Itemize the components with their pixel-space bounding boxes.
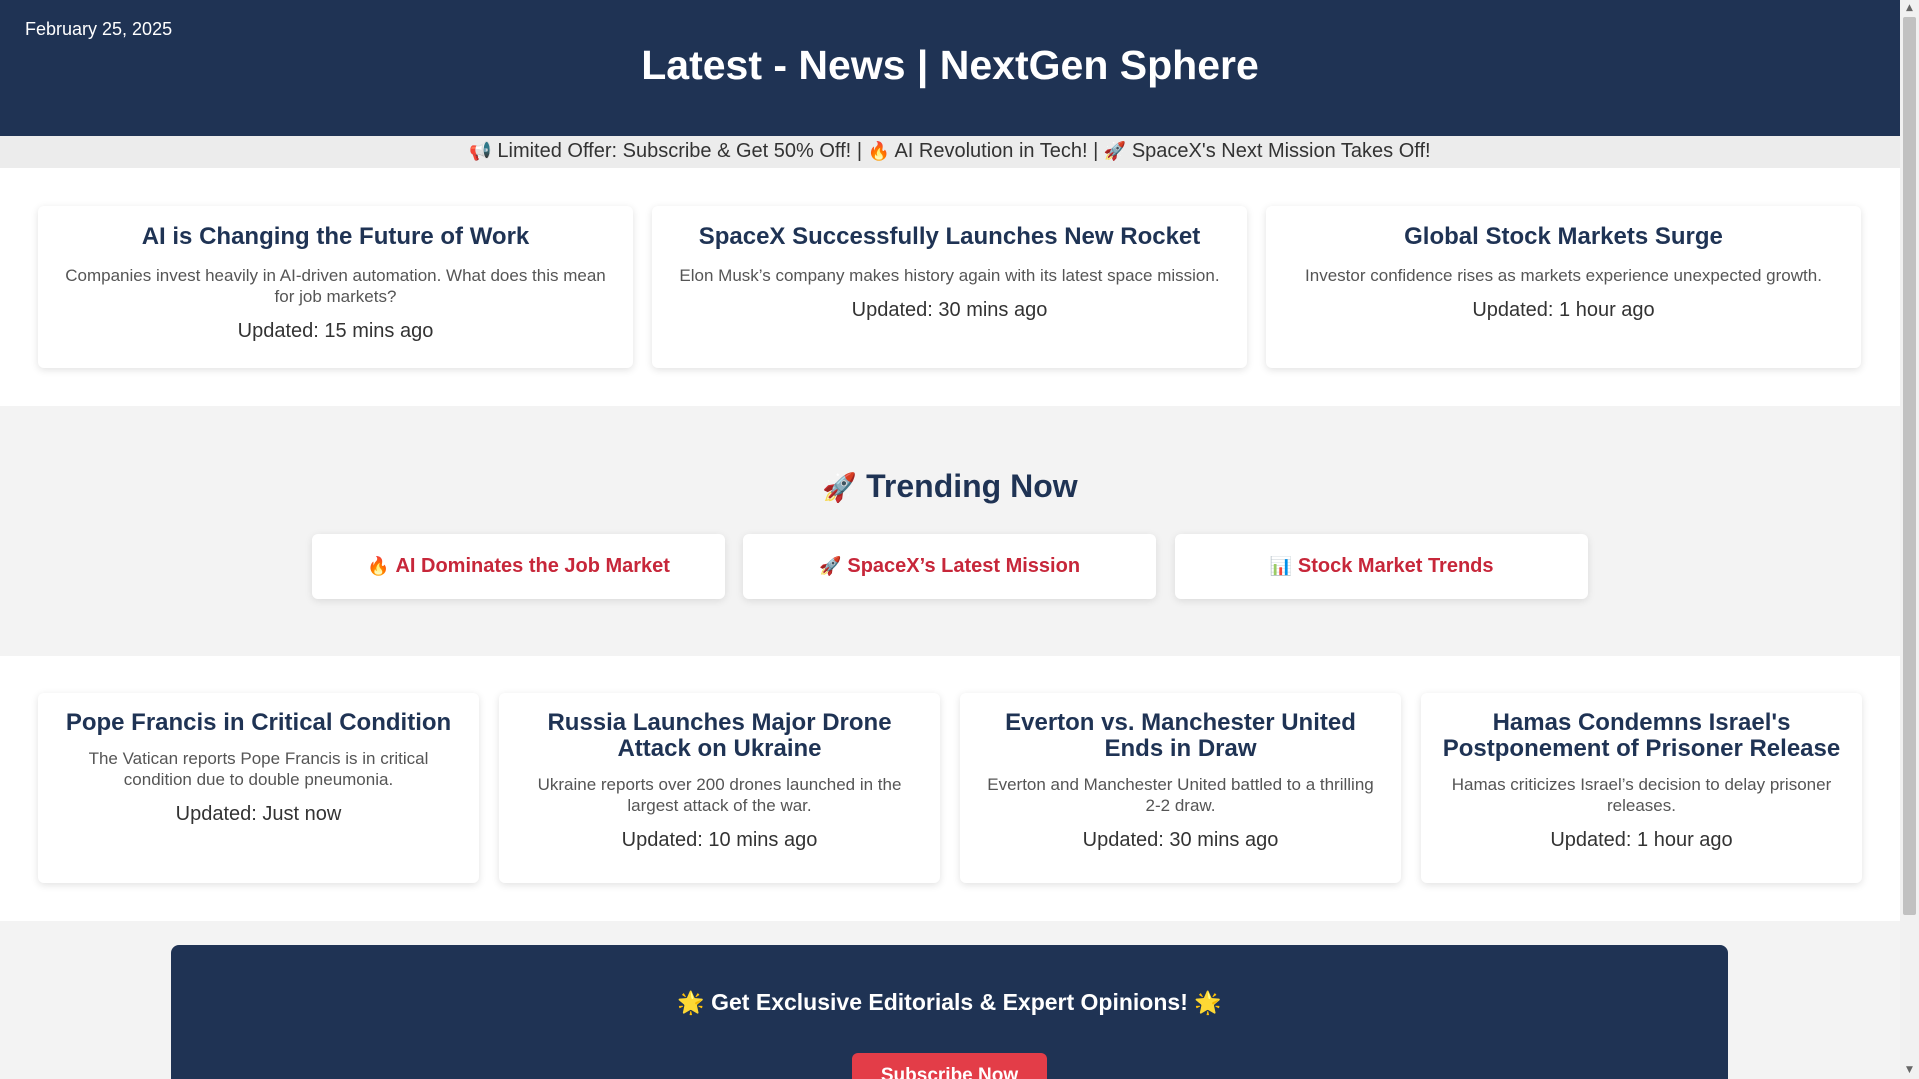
site-header: February 25, 2025 Latest - News | NextGe… xyxy=(0,0,1900,136)
vertical-scrollbar[interactable]: ▲ ▼ xyxy=(1900,0,1919,1079)
news-card-summary: Ukraine reports over 200 drones launched… xyxy=(537,775,902,815)
subscribe-banner: 🌟 Get Exclusive Editorials & Expert Opin… xyxy=(171,945,1728,1079)
trending-title: 🚀 Trending Now xyxy=(0,468,1900,505)
star-icon: 🌟 xyxy=(677,991,705,1016)
page: February 25, 2025 Latest - News | NextGe… xyxy=(0,0,1900,1079)
news-ticker: 📢 Limited Offer: Subscribe & Get 50% Off… xyxy=(0,136,1900,168)
news-card-updated: Updated: 1 hour ago xyxy=(1550,829,1733,851)
news-card-updated: Updated: 1 hour ago xyxy=(1472,299,1655,321)
trending-item-spacex-mission[interactable]: 🚀 SpaceX’s Latest Mission xyxy=(743,534,1156,599)
ticker-item: Limited Offer: Subscribe & Get 50% Off! xyxy=(497,140,852,162)
trending-section: 🚀 Trending Now 🔥 AI Dominates the Job Mar… xyxy=(0,406,1900,656)
news-card-summary: Investor confidence rises as markets exp… xyxy=(1305,266,1822,285)
subscribe-heading: 🌟 Get Exclusive Editorials & Expert Opin… xyxy=(171,989,1728,1016)
news-card-updated: Updated: 10 mins ago xyxy=(621,829,818,851)
trending-title-text: Trending Now xyxy=(866,468,1078,504)
star-icon: 🌟 xyxy=(1194,991,1222,1016)
page-title: Latest - News | NextGen Sphere xyxy=(641,42,1259,88)
news-card[interactable]: Global Stock Markets Surge Investor conf… xyxy=(1266,206,1861,368)
news-card-title: AI is Changing the Future of Work xyxy=(141,223,530,250)
fire-icon: 🔥 xyxy=(867,141,890,162)
news-card-summary: Everton and Manchester United battled to… xyxy=(987,775,1374,815)
scroll-down-arrow-icon[interactable]: ▼ xyxy=(1900,1062,1919,1079)
news-card-updated: Updated: 30 mins ago xyxy=(1082,829,1279,851)
news-card[interactable]: Everton vs. Manchester United Ends in Dr… xyxy=(960,693,1401,883)
subscribe-heading-text: Get Exclusive Editorials & Expert Opinio… xyxy=(711,989,1188,1015)
ticker-separator: | xyxy=(1093,140,1099,162)
news-card-title: Russia Launches Major Drone Attack on Uk… xyxy=(547,709,892,762)
subscribe-button[interactable]: Subscribe Now xyxy=(852,1053,1047,1079)
scroll-up-arrow-icon[interactable]: ▲ xyxy=(1900,0,1919,17)
rocket-icon: 🚀 xyxy=(822,471,858,504)
fire-icon: 🔥 xyxy=(367,556,390,577)
news-card-title: Everton vs. Manchester United Ends in Dr… xyxy=(1005,709,1356,762)
header-date: February 25, 2025 xyxy=(25,19,173,39)
news-card[interactable]: Pope Francis in Critical Condition The V… xyxy=(38,693,479,883)
trending-item-stock-market[interactable]: 📊 Stock Market Trends xyxy=(1175,534,1588,599)
top-stories: AI is Changing the Future of Work Compan… xyxy=(0,168,1900,406)
news-card-title: Hamas Condemns Israel's Postponement of … xyxy=(1442,709,1841,762)
trending-item-ai-job-market[interactable]: 🔥 AI Dominates the Job Market xyxy=(312,534,725,599)
ticker-item: AI Revolution in Tech! xyxy=(894,140,1088,162)
news-card[interactable]: Hamas Condemns Israel's Postponement of … xyxy=(1421,693,1862,883)
news-card-updated: Updated: 30 mins ago xyxy=(851,299,1048,321)
news-card-title: Pope Francis in Critical Condition xyxy=(65,709,452,736)
bar-chart-icon: 📊 xyxy=(1269,556,1292,577)
news-card-updated: Updated: Just now xyxy=(175,803,342,825)
news-card[interactable]: AI is Changing the Future of Work Compan… xyxy=(38,206,633,368)
news-card-title: SpaceX Successfully Launches New Rocket xyxy=(698,223,1201,250)
news-card-title: Global Stock Markets Surge xyxy=(1404,223,1723,250)
scroll-thumb[interactable] xyxy=(1903,17,1916,915)
rocket-icon: 🚀 xyxy=(1103,141,1127,162)
news-card-summary: Hamas criticizes Israel’s decision to de… xyxy=(1451,775,1832,815)
news-card[interactable]: Russia Launches Major Drone Attack on Uk… xyxy=(499,693,940,883)
latest-news: Pope Francis in Critical Condition The V… xyxy=(0,656,1900,921)
megaphone-icon: 📢 xyxy=(469,141,492,162)
news-card-summary: Elon Musk’s company makes history again … xyxy=(679,266,1220,285)
news-card[interactable]: SpaceX Successfully Launches New Rocket … xyxy=(652,206,1247,368)
trending-item-label: AI Dominates the Job Market xyxy=(395,555,670,577)
news-card-summary: Companies invest heavily in AI-driven au… xyxy=(65,266,606,306)
ticker-item: SpaceX's Next Mission Takes Off! xyxy=(1131,140,1431,162)
rocket-icon: 🚀 xyxy=(818,556,842,577)
trending-item-label: Stock Market Trends xyxy=(1297,555,1494,577)
news-card-summary: The Vatican reports Pope Francis is in c… xyxy=(88,749,429,789)
trending-item-label: SpaceX’s Latest Mission xyxy=(847,555,1081,577)
news-card-updated: Updated: 15 mins ago xyxy=(237,320,434,342)
ticker-separator: | xyxy=(856,140,863,162)
